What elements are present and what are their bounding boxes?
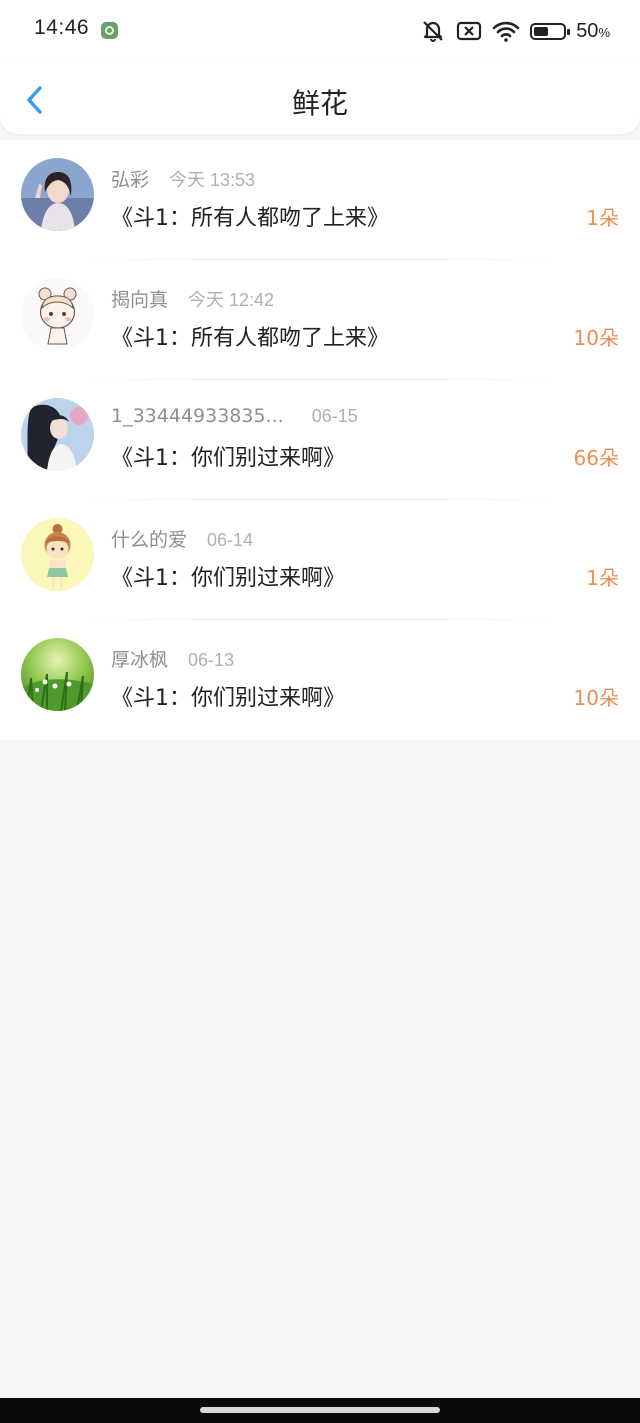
battery-percent-unit: % — [598, 24, 610, 40]
flower-count: 1朵 — [586, 566, 619, 590]
meta-row: 揭向真 今天 12:42 — [111, 285, 274, 312]
avatar[interactable] — [21, 158, 94, 231]
mute-icon — [420, 18, 446, 44]
list-item[interactable]: 揭向真 今天 12:42 《斗1：所有人都吻了上来》 10朵 — [0, 260, 640, 380]
book-title[interactable]: 《斗1：所有人都吻了上来》 — [111, 200, 389, 232]
timestamp: 今天 12:42 — [188, 290, 275, 310]
header: 鲜花 — [0, 62, 640, 134]
flower-count: 1朵 — [586, 206, 619, 230]
username[interactable]: 厚冰枫 — [111, 645, 168, 672]
battery-icon — [530, 22, 571, 40]
avatar[interactable] — [21, 398, 94, 471]
book-title[interactable]: 《斗1：你们别过来啊》 — [111, 560, 345, 592]
username[interactable]: 1_33444933835... — [111, 405, 284, 427]
meta-row: 什么的爱 06-14 — [111, 525, 253, 552]
timestamp: 06-14 — [207, 530, 254, 550]
flower-list: 弘彩 今天 13:53 《斗1：所有人都吻了上来》 1朵 揭向真 今天 12:4… — [0, 140, 640, 740]
home-indicator[interactable] — [200, 1407, 440, 1413]
page-title: 鲜花 — [291, 87, 348, 120]
status-bar: 14:46 50% — [0, 0, 640, 62]
timestamp: 今天 13:53 — [169, 170, 256, 190]
avatar[interactable] — [21, 638, 94, 711]
book-title[interactable]: 《斗1：你们别过来啊》 — [111, 680, 345, 712]
list-item[interactable]: 1_33444933835... 06-15 《斗1：你们别过来啊》 66朵 — [0, 380, 640, 500]
sim-off-icon — [456, 20, 482, 42]
avatar[interactable] — [21, 278, 94, 351]
battery-percent: 50% — [576, 20, 610, 43]
system-nav-bar — [0, 1398, 640, 1423]
timestamp: 06-15 — [311, 406, 358, 426]
battery-fill — [534, 26, 549, 36]
status-time: 14:46 — [34, 16, 90, 39]
meta-row: 弘彩 今天 13:53 — [111, 165, 255, 192]
timestamp: 06-13 — [188, 650, 235, 670]
username[interactable]: 弘彩 — [111, 165, 149, 192]
app-badge-icon — [101, 22, 118, 39]
meta-row: 1_33444933835... 06-15 — [111, 405, 358, 427]
flower-count: 10朵 — [573, 326, 619, 350]
wifi-icon — [492, 19, 520, 43]
flower-count: 66朵 — [573, 446, 619, 470]
status-icons: 50% — [420, 16, 610, 46]
flower-count: 10朵 — [573, 686, 619, 710]
list-item[interactable]: 厚冰枫 06-13 《斗1：你们别过来啊》 10朵 — [0, 620, 640, 740]
avatar[interactable] — [21, 518, 94, 591]
username[interactable]: 揭向真 — [111, 285, 168, 312]
battery-percent-value: 50 — [576, 19, 599, 42]
meta-row: 厚冰枫 06-13 — [111, 645, 234, 672]
list-item[interactable]: 什么的爱 06-14 《斗1：你们别过来啊》 1朵 — [0, 500, 640, 620]
username[interactable]: 什么的爱 — [111, 525, 187, 552]
list-item[interactable]: 弘彩 今天 13:53 《斗1：所有人都吻了上来》 1朵 — [0, 140, 640, 260]
book-title[interactable]: 《斗1：所有人都吻了上来》 — [111, 320, 389, 352]
book-title[interactable]: 《斗1：你们别过来啊》 — [111, 440, 345, 472]
